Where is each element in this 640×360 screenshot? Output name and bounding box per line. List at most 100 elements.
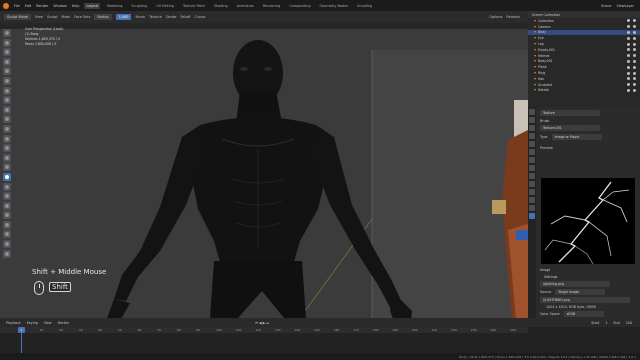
modifier-tab-icon[interactable] xyxy=(529,165,535,171)
texture-tab-icon[interactable] xyxy=(529,213,535,219)
view-layer-tab-icon[interactable] xyxy=(529,133,535,139)
box-mask-icon[interactable] xyxy=(3,249,11,258)
view-layer-selector[interactable]: ViewLayer xyxy=(617,4,635,8)
snake-hook-brush-icon[interactable] xyxy=(3,192,11,201)
menu-stroke[interactable]: Stroke xyxy=(166,15,177,19)
visibility-icon[interactable] xyxy=(627,71,636,75)
mode-selector[interactable]: Sculpt Mode xyxy=(4,14,31,20)
menu-falloff[interactable]: Falloff xyxy=(181,15,191,19)
mask-brush-icon[interactable] xyxy=(3,240,11,249)
visibility-icon[interactable] xyxy=(627,65,636,69)
image-header[interactable]: Image xyxy=(540,268,636,272)
visibility-icon[interactable] xyxy=(627,54,636,58)
crease-brush-icon[interactable] xyxy=(3,105,11,114)
pose-brush-icon[interactable] xyxy=(3,211,11,220)
visibility-icon[interactable] xyxy=(627,77,636,81)
tab-rendering[interactable]: Rendering xyxy=(261,3,282,9)
scene-selector[interactable]: Scene xyxy=(601,4,611,8)
smooth-brush-icon[interactable] xyxy=(3,115,11,124)
clay-thumb-brush-icon[interactable] xyxy=(3,67,11,76)
tool-tab-icon[interactable] xyxy=(529,109,535,115)
clay-brush-icon[interactable] xyxy=(3,48,11,57)
end-frame[interactable]: 250 xyxy=(626,321,632,325)
data-tab-icon[interactable] xyxy=(529,197,535,203)
strength-field[interactable]: 1.000 xyxy=(115,14,132,20)
fill-brush-icon[interactable] xyxy=(3,134,11,143)
outliner-row[interactable]: Details xyxy=(528,88,640,94)
visibility-icon[interactable] xyxy=(627,59,636,63)
draw-brush-icon[interactable] xyxy=(3,29,11,37)
draw-sharp-brush-icon[interactable] xyxy=(3,38,11,47)
menu-mask[interactable]: Mask xyxy=(62,15,71,19)
blob-brush-icon[interactable] xyxy=(3,96,11,105)
keying-menu[interactable]: Keying xyxy=(27,321,38,325)
layer-brush-icon[interactable] xyxy=(3,76,11,85)
scrape-brush-icon[interactable] xyxy=(3,144,11,153)
tab-modeling[interactable]: Modeling xyxy=(105,3,124,9)
grab-brush-icon[interactable] xyxy=(3,172,11,181)
world-tab-icon[interactable] xyxy=(529,149,535,155)
settings-subheader[interactable]: Settings xyxy=(540,275,636,279)
visibility-icon[interactable] xyxy=(627,36,636,40)
menu-render[interactable]: Render xyxy=(36,4,48,8)
radius-field[interactable]: Radius xyxy=(94,14,112,20)
menu-cursor[interactable]: Cursor xyxy=(195,15,206,19)
play-controls-icon[interactable]: ⏮ ◀ ▶ ⏭ xyxy=(255,321,269,325)
visibility-icon[interactable] xyxy=(627,88,636,92)
visibility-icon[interactable] xyxy=(627,83,636,87)
view-menu[interactable]: View xyxy=(44,321,52,325)
menu-view[interactable]: View xyxy=(35,15,43,19)
image-datablock[interactable]: lightning.png xyxy=(540,281,610,287)
menu-help[interactable]: Help xyxy=(72,4,80,8)
flatten-brush-icon[interactable] xyxy=(3,124,11,133)
type-dropdown[interactable]: Image or Movie xyxy=(551,134,602,140)
source-dropdown[interactable]: Single Image xyxy=(555,289,606,295)
object-tab-icon[interactable] xyxy=(529,157,535,163)
constraints-tab-icon[interactable] xyxy=(529,189,535,195)
particles-tab-icon[interactable] xyxy=(529,173,535,179)
tab-sculpting[interactable]: Sculpting xyxy=(129,3,149,9)
tab-animation[interactable]: Animation xyxy=(235,3,256,9)
clay-strips-brush-icon[interactable] xyxy=(3,57,11,66)
output-tab-icon[interactable] xyxy=(529,125,535,131)
multiplane-scrape-brush-icon[interactable] xyxy=(3,153,11,162)
tab-layout[interactable]: Layout xyxy=(84,2,100,9)
blender-logo-icon[interactable] xyxy=(3,2,9,9)
playback-menu[interactable]: Playback xyxy=(6,321,21,325)
material-tab-icon[interactable] xyxy=(529,205,535,211)
visibility-icon[interactable] xyxy=(627,48,636,52)
menu-face-sets[interactable]: Face Sets xyxy=(74,15,90,19)
pinch-brush-icon[interactable] xyxy=(3,163,11,172)
start-frame[interactable]: 1 xyxy=(605,321,607,325)
nudge-brush-icon[interactable] xyxy=(3,220,11,229)
elastic-deform-brush-icon[interactable] xyxy=(3,182,11,191)
menu-edit[interactable]: Edit xyxy=(25,4,32,8)
tab-scripting[interactable]: Scripting xyxy=(355,3,374,9)
tab-compositing[interactable]: Compositing xyxy=(287,3,312,9)
texture-datablock[interactable]: Texture xyxy=(540,110,600,116)
remesh-dropdown[interactable]: Remesh xyxy=(506,15,520,19)
visibility-icon[interactable] xyxy=(627,25,636,29)
visibility-icon[interactable] xyxy=(627,30,636,34)
preview-header[interactable]: Preview xyxy=(540,146,636,150)
physics-tab-icon[interactable] xyxy=(529,181,535,187)
tab-shading[interactable]: Shading xyxy=(212,3,230,9)
options-dropdown[interactable]: Options xyxy=(489,15,502,19)
menu-window[interactable]: Window xyxy=(53,4,66,8)
tab-uv-editing[interactable]: UV Editing xyxy=(154,3,176,9)
visibility-icon[interactable] xyxy=(627,42,636,46)
inflate-brush-icon[interactable] xyxy=(3,86,11,95)
rotate-brush-icon[interactable] xyxy=(3,230,11,239)
frame-ruler[interactable]: 0102030405060708090100110120130140150160… xyxy=(0,327,528,333)
menu-brush[interactable]: Brush xyxy=(135,15,145,19)
visibility-icon[interactable] xyxy=(627,19,636,23)
thumb-brush-icon[interactable] xyxy=(3,201,11,210)
menu-sculpt[interactable]: Sculpt xyxy=(47,15,58,19)
filepath-field[interactable]: //LIGHTNING.png xyxy=(540,297,630,303)
tab-geometry-nodes[interactable]: Geometry Nodes xyxy=(318,3,351,9)
colorspace-dropdown[interactable]: sRGB xyxy=(563,311,604,317)
menu-texture[interactable]: Texture xyxy=(149,15,161,19)
menu-file[interactable]: File xyxy=(14,4,20,8)
marker-menu[interactable]: Marker xyxy=(58,321,69,325)
scene-tab-icon[interactable] xyxy=(529,141,535,147)
